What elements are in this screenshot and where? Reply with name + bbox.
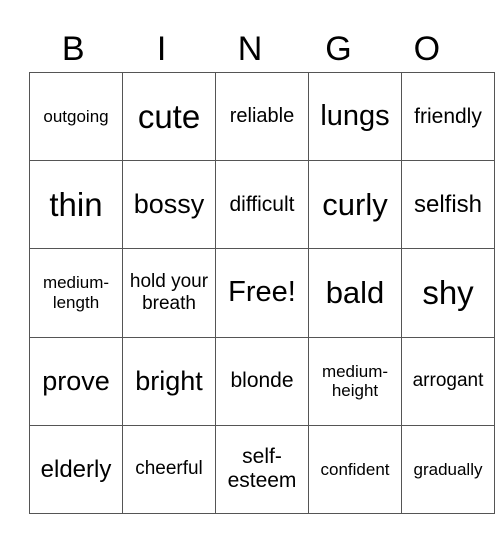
bingo-cell[interactable]: medium-height [308,336,402,426]
bingo-row: medium-length hold your breath Free! bald sh… [29,248,495,338]
bingo-cell[interactable]: outgoing [29,71,123,162]
bingo-row: prove bright blonde medium-height arrogant [29,336,495,426]
bingo-cell[interactable]: curly [308,160,402,250]
bingo-cell[interactable]: bright [122,336,216,426]
bingo-header: B I N G O [29,26,471,72]
bingo-row: elderly cheerful self-esteem confident gradu… [29,424,495,515]
bingo-row: thin bossy difficult curly selfish [29,160,495,250]
bingo-cell[interactable]: difficult [215,160,309,250]
header-letter: N [237,30,263,68]
header-letter: I [156,30,167,68]
bingo-cell[interactable]: lungs [308,71,402,162]
bingo-cell[interactable]: reliable [215,71,309,162]
bingo-cell[interactable]: confident [308,424,402,515]
bingo-cell[interactable]: arrogant [401,336,495,426]
bingo-cell[interactable]: cute [122,71,216,162]
bingo-cell[interactable]: hold your breath [122,248,216,338]
bingo-cell[interactable]: self-esteem [215,424,309,515]
bingo-cell[interactable]: thin [29,160,123,250]
bingo-card: outgoing cute reliable lungs friendly thin bos… [29,71,495,515]
bingo-cell[interactable]: medium-length [29,248,123,338]
bingo-cell[interactable]: gradually [401,424,495,515]
bingo-cell[interactable]: prove [29,336,123,426]
bingo-cell[interactable]: bossy [122,160,216,250]
bingo-cell[interactable]: shy [401,248,495,338]
bingo-row: outgoing cute reliable lungs friendly [29,71,495,162]
bingo-cell[interactable]: friendly [401,71,495,162]
bingo-cell[interactable]: cheerful [122,424,216,515]
bingo-cell[interactable]: bald [308,248,402,338]
header-letter: B [61,30,85,68]
header-letter: O [413,30,441,68]
bingo-cell[interactable]: selfish [401,160,495,250]
bingo-cell[interactable]: elderly [29,424,123,515]
free-space-cell[interactable]: Free! [215,248,309,338]
header-letter: G [325,30,352,68]
bingo-cell[interactable]: blonde [215,336,309,426]
